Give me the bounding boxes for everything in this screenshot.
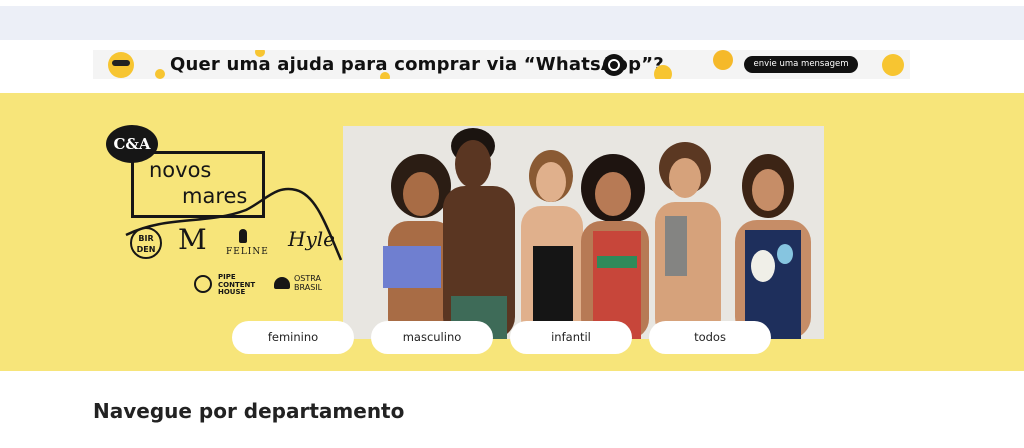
hyle-logo: Hyle: [288, 227, 335, 251]
category-button-masculino[interactable]: masculino: [371, 321, 493, 354]
birden-logo-top: BIR: [138, 234, 154, 243]
models-photo-illustration: [343, 126, 824, 339]
ostra-logo-line1: OSTRA: [294, 274, 321, 283]
collection-name-line1: novos: [149, 158, 212, 182]
send-message-button[interactable]: envie uma mensagem: [744, 56, 858, 73]
hero-banner[interactable]: C&A novos mares BIR DEN M FELINE Hyle PI…: [0, 93, 1024, 371]
whatsapp-headline: Quer uma ajuda para comprar via “WhatsAp…: [170, 54, 664, 75]
whatsapp-banner[interactable]: Quer uma ajuda para comprar via “WhatsAp…: [93, 50, 910, 79]
departments-section-title: Navegue por departamento: [93, 399, 405, 423]
category-button-feminino[interactable]: feminino: [232, 321, 354, 354]
smile-emoji-icon: [155, 69, 165, 79]
whatsapp-icon: [603, 54, 625, 76]
top-strip: [0, 6, 1024, 40]
feline-logo: FELINE: [226, 229, 269, 261]
shell-icon: [274, 277, 290, 289]
hero-photo: [343, 126, 824, 339]
ostra-logo-line2: BRASIL: [294, 283, 323, 292]
wink-emoji-icon: [713, 50, 733, 70]
birden-logo: BIR DEN: [130, 227, 162, 259]
birden-logo-bottom: DEN: [136, 245, 156, 254]
novos-mares-logo: novos mares: [131, 151, 265, 218]
feline-logo-text: FELINE: [226, 247, 269, 257]
category-button-infantil[interactable]: infantil: [510, 321, 632, 354]
brand-lockup: C&A novos mares BIR DEN M FELINE Hyle PI…: [106, 125, 346, 315]
heart-eyes-emoji-icon: [654, 65, 672, 79]
pipe-logo-line3: HOUSE: [218, 288, 246, 296]
sunglasses-emoji-icon: [108, 52, 134, 78]
grin-emoji-icon: [882, 54, 904, 76]
m-logo: M: [178, 223, 207, 256]
peace-icon: [194, 275, 212, 293]
collection-name-line2: mares: [182, 184, 248, 208]
category-button-todos[interactable]: todos: [649, 321, 771, 354]
